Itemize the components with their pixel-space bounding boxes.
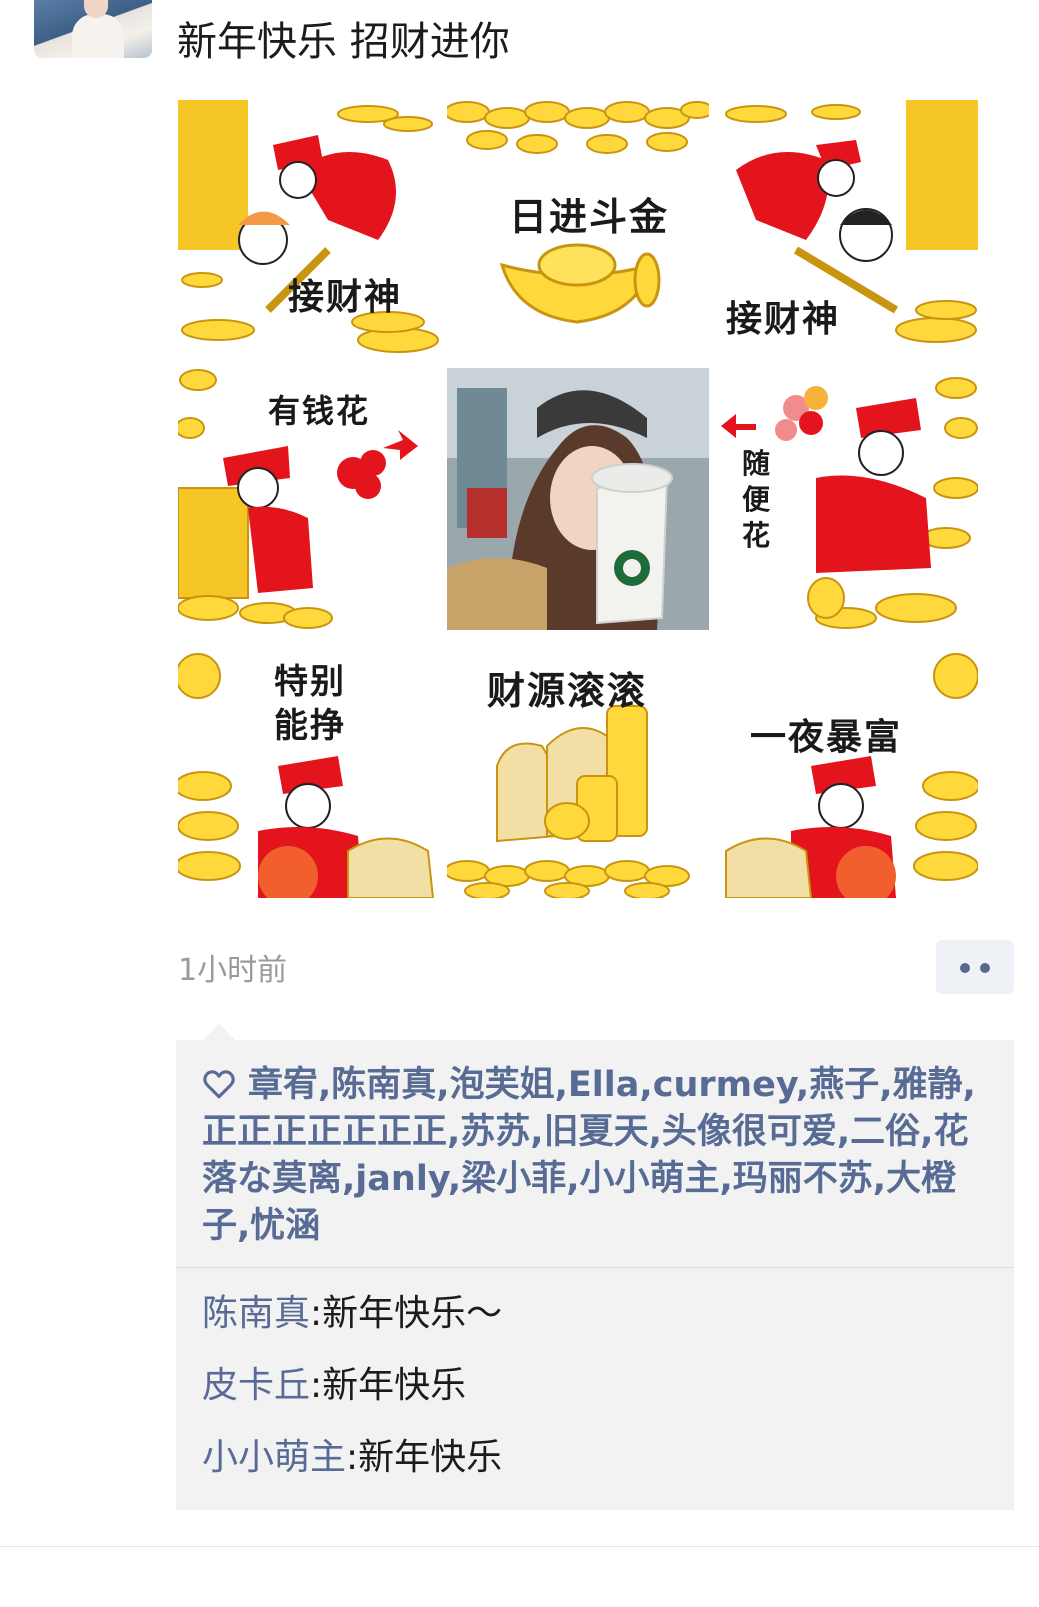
sticker-caption: 接财神 xyxy=(726,298,841,340)
comment-text: 新年快乐 xyxy=(322,1365,467,1406)
liker-names[interactable]: 章宥,陈南真,泡芙姐,Ella,curmey,燕子,雅静,正正正正正正正,苏苏,… xyxy=(202,1065,976,1246)
god-of-wealth-illustration xyxy=(716,636,978,898)
avatar[interactable] xyxy=(34,0,152,58)
sticker-caption: 接财神 xyxy=(288,276,403,318)
god-of-wealth-illustration xyxy=(178,100,440,362)
panel-pointer xyxy=(202,1024,236,1041)
grid-image-selfie-photo[interactable] xyxy=(447,368,709,630)
grid-image-sui-bian-hua[interactable]: 随便花 xyxy=(716,368,978,630)
heart-icon xyxy=(203,1070,235,1099)
grid-image-cai-yuan-gun-gun[interactable]: 财源滚滚 xyxy=(447,636,709,898)
more-dots-icon xyxy=(980,963,990,973)
comment-author[interactable]: 陈南真 xyxy=(202,1293,310,1334)
comment-separator: : xyxy=(310,1365,323,1406)
comment-item[interactable]: 小小萌主:新年快乐 xyxy=(202,1434,502,1482)
more-actions-button[interactable] xyxy=(936,940,1014,994)
grid-image-ri-jin-dou-jin[interactable]: 日进斗金 xyxy=(447,100,709,362)
comment-author[interactable]: 小小萌主 xyxy=(202,1437,346,1478)
feed-divider xyxy=(0,1546,1039,1547)
panel-divider xyxy=(176,1267,1014,1268)
sticker-caption: 特别能挣 xyxy=(274,662,346,746)
grid-image-you-qian-hua[interactable]: 有钱花 xyxy=(178,368,440,630)
selfie-photo-illustration xyxy=(447,368,709,630)
more-dots-icon xyxy=(960,963,970,973)
post-timestamp: 1小时前 xyxy=(178,953,288,988)
sticker-caption: 随便花 xyxy=(742,447,773,552)
comment-text: 新年快乐～ xyxy=(322,1293,503,1334)
image-grid: 接财神 日进斗金 接财神 有钱花 随便花 特别能挣 财源滚滚 一夜暴富 xyxy=(178,100,978,898)
sticker-caption: 有钱花 xyxy=(268,392,371,430)
grid-image-yi-ye-bao-fu[interactable]: 一夜暴富 xyxy=(716,636,978,898)
grid-image-jie-cai-shen-left[interactable]: 接财神 xyxy=(178,100,440,362)
sticker-caption: 财源滚滚 xyxy=(487,668,648,713)
comment-author[interactable]: 皮卡丘 xyxy=(202,1365,310,1406)
sticker-caption: 日进斗金 xyxy=(509,194,670,239)
comment-text: 新年快乐 xyxy=(358,1437,503,1478)
grid-image-te-bie-neng-zheng[interactable]: 特别能挣 xyxy=(178,636,440,898)
comment-separator: : xyxy=(310,1293,323,1334)
likes-list: 章宥,陈南真,泡芙姐,Ella,curmey,燕子,雅静,正正正正正正正,苏苏,… xyxy=(202,1062,994,1250)
comment-item[interactable]: 陈南真:新年快乐～ xyxy=(202,1290,502,1338)
avatar-figure xyxy=(72,14,124,58)
comment-separator: : xyxy=(346,1437,359,1478)
grid-image-jie-cai-shen-right[interactable]: 接财神 xyxy=(716,100,978,362)
post-text: 新年快乐 招财进你 xyxy=(177,19,510,65)
comment-item[interactable]: 皮卡丘:新年快乐 xyxy=(202,1362,466,1410)
sticker-caption: 一夜暴富 xyxy=(750,716,903,758)
